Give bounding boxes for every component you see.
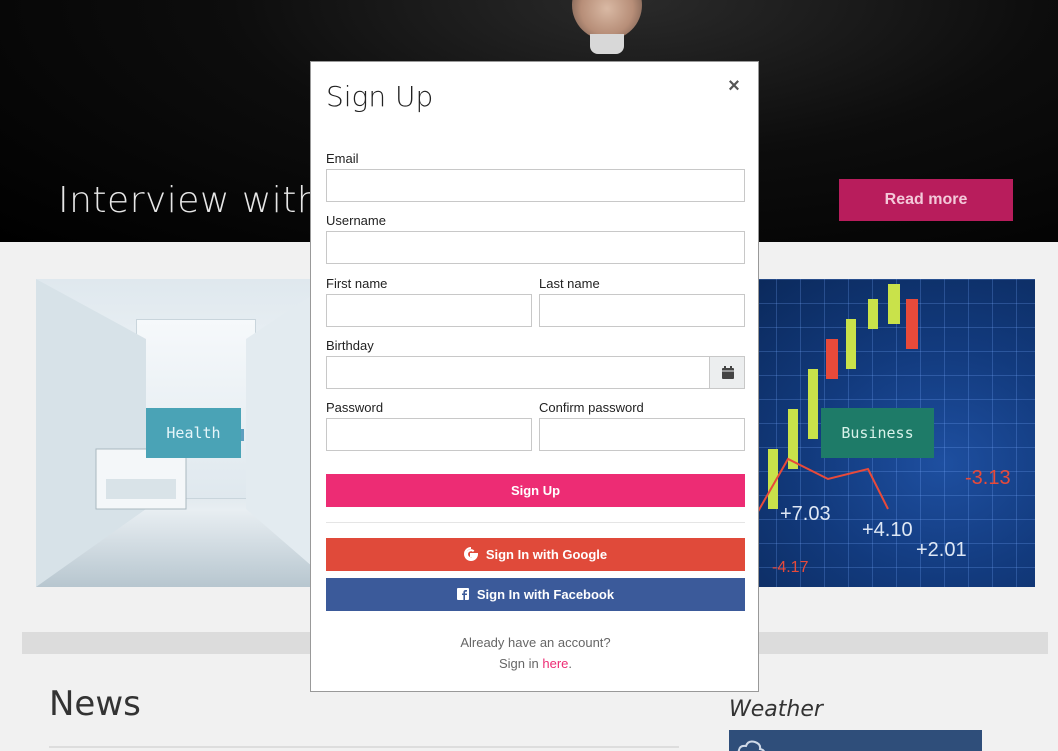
facebook-icon: [456, 588, 469, 601]
username-label: Username: [326, 213, 386, 228]
sign-in-prefix: Sign in: [498, 656, 543, 671]
google-icon: [463, 547, 478, 562]
email-field[interactable]: [326, 169, 745, 202]
google-signin-button[interactable]: Sign In with Google: [326, 538, 745, 571]
sign-in-suffix: .: [568, 656, 573, 671]
signup-button[interactable]: Sign Up: [326, 474, 745, 507]
close-button[interactable]: ×: [724, 76, 744, 96]
birthday-field[interactable]: [326, 356, 710, 389]
last-name-field[interactable]: [539, 294, 745, 327]
modal-divider: [326, 522, 745, 523]
confirm-password-label: Confirm password: [539, 400, 644, 415]
signup-modal: Sign Up × Email Username First name Last…: [310, 61, 759, 692]
password-label: Password: [326, 400, 384, 415]
birthday-label: Birthday: [326, 338, 374, 353]
first-name-label: First name: [326, 276, 388, 291]
confirm-password-field[interactable]: [539, 418, 745, 451]
username-field[interactable]: [326, 231, 745, 264]
google-button-label: Sign In with Google: [485, 547, 608, 562]
facebook-button-label: Sign In with Facebook: [476, 587, 615, 602]
email-label: Email: [326, 151, 359, 166]
sign-in-line: Sign in here.: [311, 656, 760, 671]
calendar-button[interactable]: [709, 356, 745, 389]
calendar-icon: [722, 366, 734, 379]
password-field[interactable]: [326, 418, 532, 451]
first-name-field[interactable]: [326, 294, 532, 327]
last-name-label: Last name: [539, 276, 600, 291]
already-account-text: Already have an account?: [460, 635, 611, 650]
facebook-signin-button[interactable]: Sign In with Facebook: [326, 578, 745, 611]
modal-title: Sign Up: [326, 80, 434, 113]
sign-in-here-link[interactable]: here: [542, 656, 568, 671]
